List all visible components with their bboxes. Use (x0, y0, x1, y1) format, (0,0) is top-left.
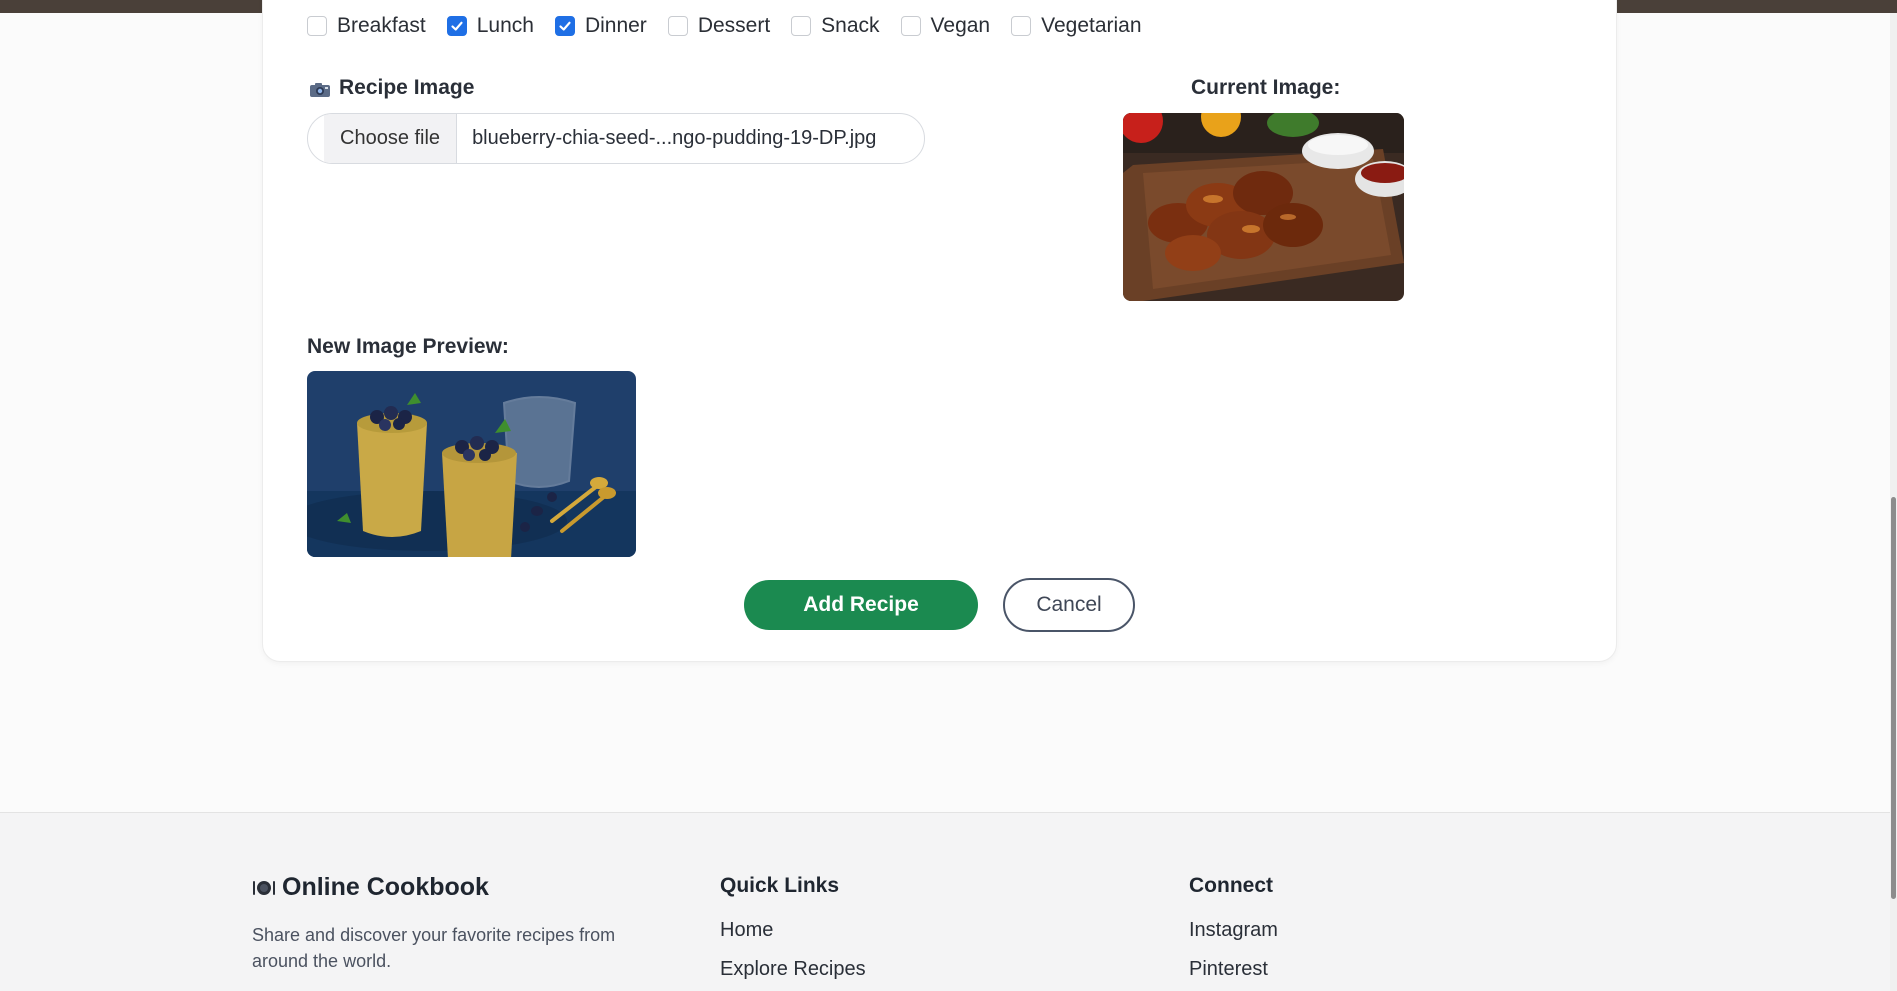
category-snack[interactable]: Snack (791, 14, 880, 38)
cancel-button[interactable]: Cancel (1003, 578, 1135, 632)
quick-links-heading: Quick Links (720, 874, 840, 897)
check-icon (451, 21, 463, 31)
recipe-image-label: Recipe Image (339, 76, 475, 99)
category-label: Vegan (930, 14, 991, 37)
category-breakfast[interactable]: Breakfast (307, 14, 426, 38)
category-label: Dinner (584, 14, 647, 37)
category-label: Lunch (476, 14, 534, 37)
vegetarian-checkbox[interactable] (1011, 16, 1032, 36)
lunch-checkbox[interactable] (446, 16, 467, 36)
footer-link-pinterest[interactable]: Pinterest (1189, 958, 1268, 981)
category-dessert[interactable]: Dessert (667, 14, 771, 38)
connect-heading: Connect (1189, 874, 1273, 897)
category-label: Snack (821, 14, 880, 37)
category-lunch[interactable]: Lunch (446, 14, 534, 38)
plate-icon (253, 880, 275, 895)
footer-brand: Online Cookbook (252, 873, 489, 902)
category-vegetarian[interactable]: Vegetarian (1011, 14, 1142, 38)
category-label: Vegetarian (1041, 14, 1142, 37)
choose-file-button[interactable]: Choose file (324, 114, 458, 163)
current-recipe-image (1123, 113, 1404, 301)
footer-link-home[interactable]: Home (720, 919, 773, 942)
snack-checkbox[interactable] (791, 16, 812, 36)
scrollbar-thumb[interactable] (1891, 497, 1896, 899)
footer-brand-name: Online Cookbook (282, 873, 489, 901)
footer-link-instagram[interactable]: Instagram (1189, 919, 1278, 942)
category-checkboxes: Breakfast Lunch Dinner Dessert Snack Veg… (307, 14, 1163, 38)
add-recipe-button[interactable]: Add Recipe (744, 580, 978, 630)
breakfast-checkbox[interactable] (307, 16, 327, 36)
category-dinner[interactable]: Dinner (554, 14, 647, 38)
dinner-checkbox[interactable] (554, 16, 575, 36)
vegan-checkbox[interactable] (900, 16, 921, 36)
camera-icon (310, 83, 330, 97)
category-vegan[interactable]: Vegan (900, 14, 991, 38)
new-image-preview (307, 371, 636, 557)
dessert-checkbox[interactable] (667, 16, 688, 36)
recipe-image-file-input[interactable]: Choose file blueberry-chia-seed-...ngo-p… (307, 113, 925, 164)
current-image-label: Current Image: (1191, 76, 1341, 99)
footer-description: Share and discover your favorite recipes… (252, 925, 616, 971)
footer-link-explore-recipes[interactable]: Explore Recipes (720, 958, 866, 981)
check-icon (559, 21, 571, 31)
selected-file-name: blueberry-chia-seed-...ngo-pudding-19-DP… (472, 127, 877, 149)
new-image-preview-label: New Image Preview: (307, 335, 509, 358)
category-label: Dessert (697, 14, 771, 37)
category-label: Breakfast (337, 14, 426, 37)
